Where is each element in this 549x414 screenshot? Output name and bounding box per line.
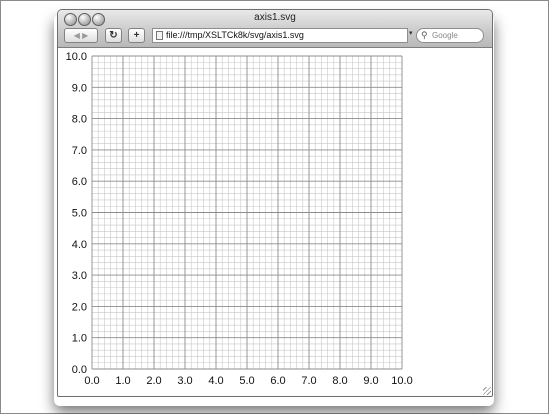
svg-chart: 0.0 1.0 2.0 3.0 4.0 5.0 6.0 7.0 8.0 9.0 10.0 0.0 1.…	[66, 51, 413, 387]
y-tick-label: 0.0	[72, 364, 87, 376]
x-tick-label: 5.0	[239, 375, 254, 387]
y-tick-label: 10.0	[66, 51, 87, 63]
y-tick-labels: 0.0 1.0 2.0 3.0 4.0 5.0 6.0 7.0 8.0 9.0 10.0	[66, 51, 87, 376]
y-tick-label: 5.0	[72, 208, 87, 220]
y-tick-label: 8.0	[72, 114, 87, 126]
x-tick-label: 8.0	[332, 375, 347, 387]
y-tick-label: 3.0	[72, 270, 87, 282]
x-tick-label: 0.0	[84, 375, 99, 387]
y-tick-label: 4.0	[72, 239, 87, 251]
x-tick-label: 4.0	[208, 375, 223, 387]
y-tick-label: 7.0	[72, 145, 87, 157]
y-tick-label: 2.0	[72, 301, 87, 313]
y-tick-label: 6.0	[72, 176, 87, 188]
major-grid	[91, 55, 403, 370]
y-tick-label: 9.0	[72, 82, 87, 94]
x-tick-label: 1.0	[115, 375, 130, 387]
x-tick-label: 6.0	[270, 375, 285, 387]
x-tick-label: 10.0	[391, 375, 412, 387]
x-tick-labels: 0.0 1.0 2.0 3.0 4.0 5.0 6.0 7.0 8.0 9.0 10.0	[84, 375, 412, 387]
y-tick-label: 1.0	[72, 333, 87, 345]
x-tick-label: 2.0	[146, 375, 161, 387]
x-tick-label: 7.0	[301, 375, 316, 387]
x-tick-label: 3.0	[177, 375, 192, 387]
x-tick-label: 9.0	[363, 375, 378, 387]
